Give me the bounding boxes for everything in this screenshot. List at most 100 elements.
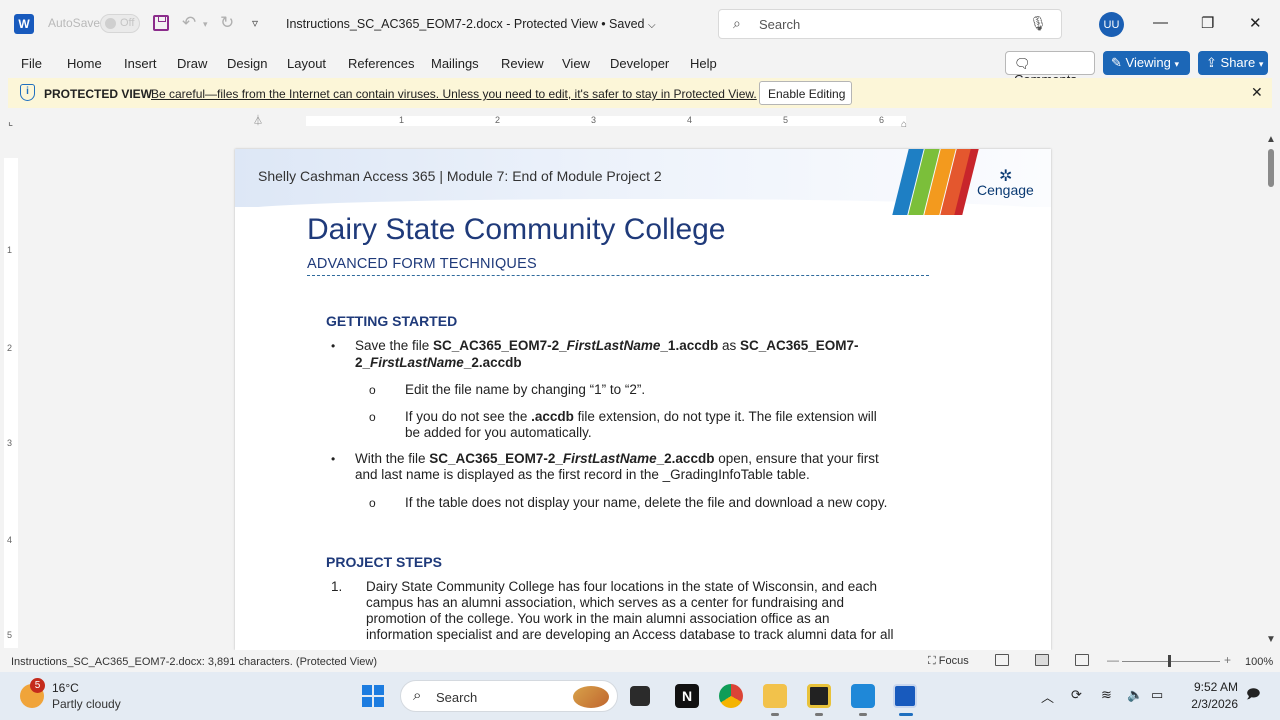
document-title[interactable]: Instructions_SC_AC365_EOM7-2.docx - Prot… [286, 17, 656, 31]
share-icon: ⇪ [1206, 55, 1217, 70]
search-icon: ⌕ [413, 687, 422, 704]
document-title-heading: Dairy State Community College [307, 213, 726, 246]
web-layout-icon[interactable] [1075, 654, 1089, 666]
tab-insert[interactable]: Insert [124, 56, 157, 71]
tab-view[interactable]: View [562, 56, 590, 71]
notion-app-icon[interactable]: N [675, 684, 699, 708]
tab-design[interactable]: Design [227, 56, 267, 71]
undo-icon[interactable]: ↶ [182, 13, 196, 33]
vscode-app-icon[interactable] [851, 684, 875, 708]
protected-view-message[interactable]: Be careful—files from the Internet can c… [151, 87, 757, 101]
tab-stop-icon[interactable]: ⌞ [8, 115, 13, 128]
word-taskbar-icon[interactable] [893, 684, 917, 708]
text-run: _2.accdb [463, 355, 522, 370]
vertical-scrollbar[interactable]: ▲ ▼ [1262, 132, 1280, 650]
read-mode-icon[interactable] [995, 654, 1009, 666]
weather-badge: 5 [30, 678, 45, 693]
ruler-number: 5 [7, 630, 13, 640]
enable-editing-button[interactable]: Enable Editing [759, 81, 852, 105]
windows-taskbar: 5 16°C Partly cloudy ⌕ Search N ︿ ⟳ ≋ 🔈 … [0, 672, 1280, 720]
task-view-icon[interactable] [630, 686, 650, 706]
step1-line3: promotion of the college. You work in th… [366, 611, 830, 626]
close-icon[interactable]: ✕ [1251, 84, 1263, 101]
customize-toolbar-icon[interactable]: ▿ [252, 16, 258, 30]
zoom-in-icon[interactable]: + [1224, 653, 1231, 667]
sync-icon[interactable]: ⟳ [1071, 687, 1082, 703]
wifi-icon[interactable]: ≋ [1101, 687, 1112, 703]
windows-start-icon[interactable] [362, 685, 384, 707]
microphone-icon[interactable]: 🎙 [1029, 15, 1047, 32]
vertical-ruler: 1 2 3 4 5 [4, 158, 18, 648]
user-avatar[interactable]: UU [1099, 12, 1124, 37]
zoom-level[interactable]: 100% [1245, 656, 1273, 668]
ruler-number: 2 [495, 115, 501, 125]
tab-layout[interactable]: Layout [287, 56, 326, 71]
minimize-icon[interactable]: — [1153, 14, 1168, 31]
clock-time[interactable]: 9:52 AM [1188, 680, 1238, 694]
document-page[interactable]: Shelly Cashman Access 365 | Module 7: En… [235, 149, 1051, 650]
scroll-down-icon[interactable]: ▼ [1266, 634, 1276, 645]
zoom-slider-thumb[interactable] [1168, 655, 1171, 667]
print-layout-icon[interactable] [1035, 654, 1049, 666]
tab-references[interactable]: References [348, 56, 414, 71]
status-info[interactable]: Instructions_SC_AC365_EOM7-2.docx: 3,891… [11, 656, 377, 668]
focus-mode-button[interactable]: ⛶ Focus [928, 655, 969, 668]
step1-line1: Dairy State Community College has four l… [366, 579, 878, 594]
scroll-up-icon[interactable]: ▲ [1266, 134, 1276, 145]
text-run: .accdb [531, 409, 574, 424]
header-banner-text: Shelly Cashman Access 365 | Module 7: En… [258, 168, 662, 184]
file-explorer-icon[interactable] [763, 684, 787, 708]
tab-draw[interactable]: Draw [177, 56, 207, 71]
section-heading-getting-started: GETTING STARTED [326, 313, 458, 329]
right-indent-icon[interactable]: ⌂ [901, 119, 907, 130]
text-run: 2_ [355, 355, 371, 370]
text-run: _2.accdb [656, 451, 715, 466]
bullet-save-file-line1: Save the file SC_AC365_EOM7-2_FirstLastN… [355, 338, 859, 355]
tab-file[interactable]: File [21, 56, 42, 71]
sub-bullet-table-name: If the table does not display your name,… [405, 495, 888, 510]
sub-bullet-circle: o [369, 496, 376, 510]
undo-dropdown-icon[interactable]: ▾ [203, 19, 208, 30]
viewing-mode-button[interactable]: ✎ Viewing ▾ [1103, 51, 1190, 75]
indent-marker-icon[interactable]: ⏃ [253, 112, 263, 127]
taskbar-search[interactable]: ⌕ Search [400, 680, 618, 712]
scroll-thumb[interactable] [1268, 149, 1274, 187]
tab-review[interactable]: Review [501, 56, 544, 71]
section-heading-project-steps: PROJECT STEPS [326, 554, 442, 570]
close-icon[interactable]: ✕ [1249, 14, 1262, 32]
share-label: Share [1220, 55, 1256, 70]
tab-mailings[interactable]: Mailings [431, 56, 479, 71]
autosave-toggle[interactable]: Off [100, 14, 140, 33]
text-run: FirstLastName [370, 355, 464, 370]
protected-view-bar: i PROTECTED VIEW Be careful—files from t… [8, 78, 1272, 108]
autosave-label: AutoSave [48, 16, 101, 30]
chrome-app-icon[interactable] [719, 684, 743, 708]
status-bar: Instructions_SC_AC365_EOM7-2.docx: 3,891… [0, 650, 1280, 672]
word-app-icon: W [14, 14, 34, 34]
volume-icon[interactable]: 🔈 [1127, 687, 1143, 703]
share-button[interactable]: ⇪ Share ▾ [1198, 51, 1268, 75]
tab-home[interactable]: Home [67, 56, 102, 71]
notifications-icon[interactable]: 🗩 [1246, 685, 1260, 707]
zoom-slider[interactable] [1122, 661, 1220, 662]
tab-developer[interactable]: Developer [610, 56, 669, 71]
battery-icon[interactable]: ▭ [1151, 687, 1163, 703]
tab-help[interactable]: Help [690, 56, 717, 71]
autosave-state: Off [120, 17, 135, 29]
redo-icon[interactable]: ↻ [220, 13, 234, 33]
show-hidden-icons-icon[interactable]: ︿ [1041, 687, 1054, 706]
sticky-notes-icon[interactable] [807, 684, 831, 708]
weather-temperature[interactable]: 16°C [52, 681, 79, 695]
comment-icon: 🗨 [1014, 56, 1031, 71]
search-box[interactable]: ⌕ Search 🎙 [718, 9, 1062, 39]
save-icon[interactable] [153, 15, 169, 31]
restore-icon[interactable]: ❐ [1201, 14, 1214, 32]
zoom-out-icon[interactable]: — [1107, 653, 1119, 667]
weather-condition[interactable]: Partly cloudy [52, 697, 121, 711]
toggle-knob [105, 18, 116, 29]
clock-date[interactable]: 2/3/2026 [1184, 697, 1238, 711]
ruler-number: 2 [7, 343, 13, 353]
comments-button[interactable]: 🗨 Comments [1005, 51, 1095, 87]
ruler-number: 6 [879, 115, 885, 125]
text-run: file extension, do not type it. The file… [573, 409, 877, 424]
